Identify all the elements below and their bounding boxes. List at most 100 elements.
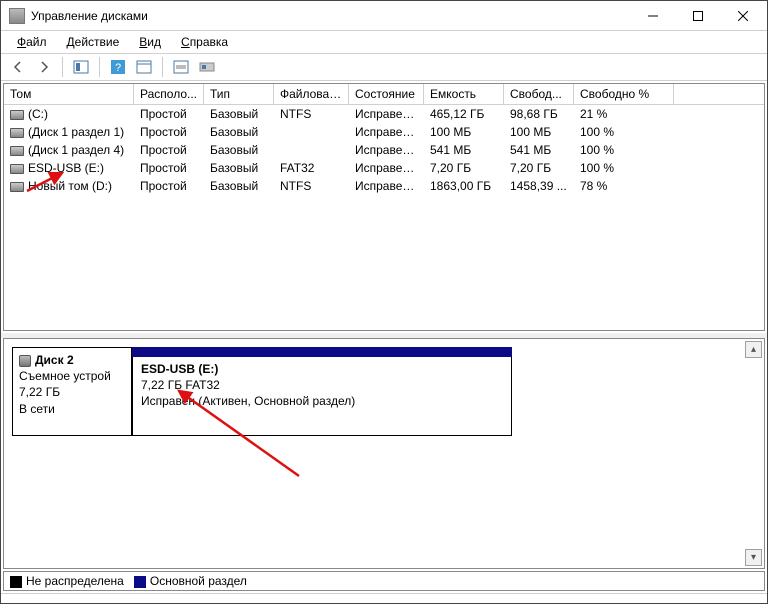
scroll-up[interactable]: ▴ <box>745 341 762 358</box>
svg-text:?: ? <box>115 62 121 74</box>
vol-pct: 21 % <box>574 106 674 122</box>
partition-box[interactable]: ESD-USB (E:) 7,22 ГБ FAT32 Исправен (Акт… <box>132 357 512 436</box>
swatch-black <box>10 576 22 588</box>
vol-status: Исправен... <box>349 160 424 176</box>
table-row[interactable]: ESD-USB (E:)ПростойБазовыйFAT32Исправен.… <box>4 159 764 177</box>
col-capacity[interactable]: Емкость <box>424 84 504 104</box>
partition-info: 7,22 ГБ FAT32 <box>141 378 220 392</box>
vol-fs: NTFS <box>274 178 349 194</box>
toolbar-button[interactable] <box>170 56 192 78</box>
vol-name: (Диск 1 раздел 4) <box>28 143 124 157</box>
col-free[interactable]: Свобод... <box>504 84 574 104</box>
col-pct[interactable]: Свободно % <box>574 84 674 104</box>
col-fs[interactable]: Файловая с... <box>274 84 349 104</box>
vol-status: Исправен... <box>349 142 424 158</box>
separator <box>162 57 163 77</box>
close-button[interactable] <box>720 2 765 30</box>
disk-size: 7,22 ГБ <box>19 385 60 399</box>
vol-cap: 541 МБ <box>424 142 504 158</box>
disk-block: Диск 2 Съемное устрой 7,22 ГБ В сети ESD… <box>12 347 756 436</box>
volume-icon <box>10 164 24 174</box>
vol-status: Исправен... <box>349 178 424 194</box>
partition-name: ESD-USB (E:) <box>141 362 218 376</box>
maximize-button[interactable] <box>675 2 720 30</box>
vol-cap: 100 МБ <box>424 124 504 140</box>
volume-icon <box>10 146 24 156</box>
col-type[interactable]: Тип <box>204 84 274 104</box>
disk-management-window: Управление дисками Файл Действие Вид Спр… <box>0 0 768 604</box>
vol-free: 98,68 ГБ <box>504 106 574 122</box>
table-row[interactable]: (C:)ПростойБазовыйNTFSИсправен...465,12 … <box>4 105 764 123</box>
list-header: Том Располо... Тип Файловая с... Состоян… <box>4 84 764 105</box>
volume-list[interactable]: Том Располо... Тип Файловая с... Состоян… <box>3 83 765 331</box>
disk-state: В сети <box>19 402 55 416</box>
disk-graphic-pane[interactable]: ▴ ▾ Диск 2 Съемное устрой 7,22 ГБ В сети… <box>3 338 765 569</box>
vol-layout: Простой <box>134 142 204 158</box>
window-title: Управление дисками <box>31 9 630 23</box>
vol-layout: Простой <box>134 124 204 140</box>
vol-cap: 1863,00 ГБ <box>424 178 504 194</box>
menu-help[interactable]: Справка <box>173 33 238 51</box>
help-button[interactable]: ? <box>107 56 129 78</box>
vol-pct: 78 % <box>574 178 674 194</box>
disk-label: Диск 2 <box>35 353 74 367</box>
vol-fs <box>274 131 349 133</box>
vol-cap: 465,12 ГБ <box>424 106 504 122</box>
vol-fs: FAT32 <box>274 160 349 176</box>
vol-status: Исправен... <box>349 124 424 140</box>
menubar: Файл Действие Вид Справка <box>1 31 767 53</box>
legend-unallocated: Не распределена <box>10 574 124 588</box>
toolbar: ? <box>1 53 767 81</box>
vol-free: 100 МБ <box>504 124 574 140</box>
vol-free: 541 МБ <box>504 142 574 158</box>
titlebar: Управление дисками <box>1 1 767 31</box>
vol-name: (Диск 1 раздел 1) <box>28 125 124 139</box>
col-status[interactable]: Состояние <box>349 84 424 104</box>
partition-status: Исправен (Активен, Основной раздел) <box>141 394 355 408</box>
col-volume[interactable]: Том <box>4 84 134 104</box>
minimize-button[interactable] <box>630 2 675 30</box>
vol-layout: Простой <box>134 178 204 194</box>
vol-fs: NTFS <box>274 106 349 122</box>
vol-free: 1458,39 ... <box>504 178 574 194</box>
legend-primary: Основной раздел <box>134 574 247 588</box>
vol-type: Базовый <box>204 160 274 176</box>
back-button[interactable] <box>7 56 29 78</box>
show-hide-tree-button[interactable] <box>70 56 92 78</box>
table-row[interactable]: (Диск 1 раздел 4) ПростойБазовый Исправен.… <box>4 141 764 159</box>
vol-type: Базовый <box>204 178 274 194</box>
toolbar-button[interactable] <box>133 56 155 78</box>
toolbar-button[interactable] <box>196 56 218 78</box>
app-icon <box>9 8 25 24</box>
vol-type: Базовый <box>204 124 274 140</box>
vol-fs <box>274 149 349 151</box>
legend: Не распределена Основной раздел <box>3 571 765 591</box>
vol-pct: 100 % <box>574 124 674 140</box>
disk-kind: Съемное устрой <box>19 369 111 383</box>
vol-type: Базовый <box>204 142 274 158</box>
volume-icon <box>10 182 24 192</box>
disk-graph: ESD-USB (E:) 7,22 ГБ FAT32 Исправен (Акт… <box>132 347 512 436</box>
menu-action[interactable]: Действие <box>59 33 130 51</box>
table-row[interactable]: (Диск 1 раздел 1) ПростойБазовый Исправен.… <box>4 123 764 141</box>
vol-type: Базовый <box>204 106 274 122</box>
separator <box>62 57 63 77</box>
table-row[interactable]: Новый том (D:) ПростойБазовыйNTFSИсправен… <box>4 177 764 195</box>
vol-cap: 7,20 ГБ <box>424 160 504 176</box>
vol-name: (C:) <box>28 107 48 121</box>
vol-pct: 100 % <box>574 160 674 176</box>
disk-info[interactable]: Диск 2 Съемное устрой 7,22 ГБ В сети <box>12 347 132 436</box>
vol-layout: Простой <box>134 160 204 176</box>
statusbar <box>1 593 767 603</box>
disk-icon <box>19 355 31 367</box>
menu-view[interactable]: Вид <box>131 33 171 51</box>
menu-file[interactable]: Файл <box>9 33 57 51</box>
scroll-down[interactable]: ▾ <box>745 549 762 566</box>
vol-free: 7,20 ГБ <box>504 160 574 176</box>
forward-button[interactable] <box>33 56 55 78</box>
vol-name: Новый том (D:) <box>28 179 112 193</box>
volume-icon <box>10 110 24 120</box>
partition-color-bar <box>132 347 512 357</box>
col-layout[interactable]: Располо... <box>134 84 204 104</box>
separator <box>99 57 100 77</box>
